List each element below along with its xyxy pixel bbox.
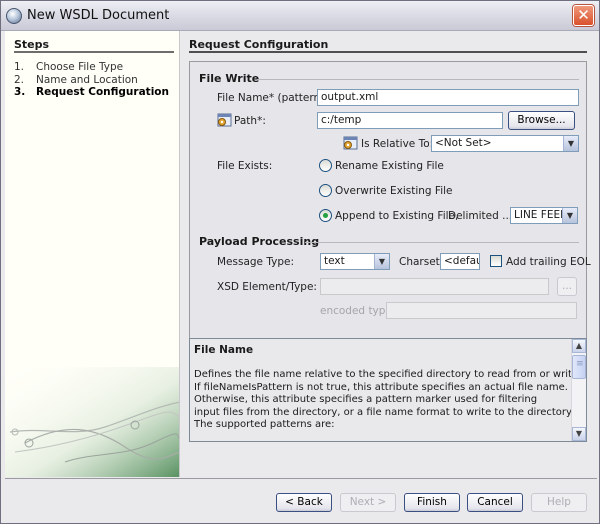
scroll-down-icon[interactable]: ▼ xyxy=(572,427,586,441)
footer-divider xyxy=(5,478,597,479)
cancel-button[interactable]: Cancel xyxy=(467,493,523,512)
relative-to-label: Is Relative To: xyxy=(361,138,434,150)
step-label: Choose File Type xyxy=(36,61,124,73)
xsd-type-label: XSD Element/Type: xyxy=(217,281,317,293)
page-title: Request Configuration xyxy=(189,38,329,51)
relative-to-value: <Not Set> xyxy=(435,137,492,149)
message-type-value: text xyxy=(324,255,345,267)
message-type-label: Message Type: xyxy=(217,256,295,268)
trailing-eol-label[interactable]: Add trailing EOL xyxy=(506,256,591,268)
step-number: 2. xyxy=(14,73,25,86)
config-form: File Write File Name* (pattern): output.… xyxy=(189,61,591,365)
close-button[interactable]: ✕ xyxy=(573,5,594,26)
group-divider xyxy=(305,242,579,243)
charset-label: Charset: xyxy=(399,256,444,268)
file-write-group-title: File Write xyxy=(199,72,260,85)
help-line: If fileNameIsPattern is not true, this a… xyxy=(194,381,568,393)
payload-group-title: Payload Processing xyxy=(199,235,320,248)
wizard-dialog: New WSDL Document ✕ Steps 1. Choose File … xyxy=(0,0,600,524)
relative-to-select[interactable]: <Not Set> ▼ xyxy=(431,135,579,152)
browse-button[interactable]: Browse... xyxy=(508,111,575,130)
steps-title: Steps xyxy=(14,38,50,51)
encoded-type-label: encoded type: xyxy=(320,305,396,317)
step-item: 2. Name and Location xyxy=(14,74,169,87)
content-panel: Request Configuration File Write File Na… xyxy=(181,31,599,477)
help-line: input files from the directory, or a fil… xyxy=(194,406,576,418)
title-divider xyxy=(189,51,587,53)
steps-list: 1. Choose File Type 2. Name and Location 3… xyxy=(14,61,169,99)
help-line: Defines the file name relative to the sp… xyxy=(194,369,587,380)
help-description-pane: File Name Defines the file name relative… xyxy=(189,338,587,442)
message-type-select[interactable]: text ▼ xyxy=(320,253,390,270)
step-number: 3. xyxy=(14,86,26,98)
step-item-current: 3. Request Configuration xyxy=(14,86,169,99)
trailing-eol-checkbox[interactable] xyxy=(490,255,502,267)
path-input[interactable]: c:/temp xyxy=(317,112,503,129)
append-existing-radio[interactable] xyxy=(319,209,332,222)
delimiter-value: LINE FEED xyxy=(514,209,569,221)
window-title: New WSDL Document xyxy=(27,8,170,23)
help-line: The supported patterns are: xyxy=(194,419,335,430)
steps-panel: Steps 1. Choose File Type 2. Name and Loca… xyxy=(5,31,180,477)
app-icon xyxy=(6,8,22,24)
file-name-label: File Name* (pattern): xyxy=(217,92,328,104)
next-button[interactable]: Next > xyxy=(340,493,396,512)
xsd-browse-button[interactable]: ... xyxy=(557,277,577,296)
encoded-type-input[interactable] xyxy=(386,302,577,319)
step-item: 1. Choose File Type xyxy=(14,61,169,74)
scroll-up-icon[interactable]: ▲ xyxy=(572,339,586,353)
help-title: File Name xyxy=(194,344,254,356)
variable-gear-icon xyxy=(343,136,358,150)
chevron-down-icon[interactable]: ▼ xyxy=(563,136,578,151)
steps-divider xyxy=(14,51,174,53)
file-name-input[interactable]: output.xml xyxy=(317,89,579,106)
charset-input[interactable]: <default> xyxy=(440,253,480,270)
decorative-wave-image xyxy=(5,367,179,477)
step-label: Request Configuration xyxy=(36,86,169,98)
back-button[interactable]: < Back xyxy=(276,493,332,512)
help-line: Otherwise, this attribute specifies a pa… xyxy=(194,394,538,405)
finish-button[interactable]: Finish xyxy=(404,493,460,512)
rename-existing-radio[interactable] xyxy=(319,159,332,172)
delimiter-select[interactable]: LINE FEED ▼ xyxy=(510,207,578,224)
path-label: Path*: xyxy=(234,115,266,127)
help-text: Defines the file name relative to the sp… xyxy=(194,369,587,432)
delimited-label: Delimited ... xyxy=(448,210,513,222)
step-label: Name and Location xyxy=(36,73,138,86)
title-bar[interactable]: New WSDL Document ✕ xyxy=(1,1,599,31)
overwrite-existing-label[interactable]: Overwrite Existing File xyxy=(335,185,453,197)
group-divider xyxy=(257,79,579,80)
step-number: 1. xyxy=(14,61,25,73)
variable-gear-icon xyxy=(217,113,232,127)
append-existing-label[interactable]: Append to Existing File, xyxy=(335,210,458,222)
chevron-down-icon[interactable]: ▼ xyxy=(562,208,577,223)
chevron-down-icon[interactable]: ▼ xyxy=(374,254,389,269)
scroll-thumb[interactable] xyxy=(572,355,586,379)
help-scrollbar[interactable]: ▲ ▼ xyxy=(571,339,586,441)
overwrite-existing-radio[interactable] xyxy=(319,184,332,197)
xsd-type-input[interactable] xyxy=(320,278,549,295)
help-button[interactable]: Help xyxy=(531,493,587,512)
rename-existing-label[interactable]: Rename Existing File xyxy=(335,160,444,172)
file-exists-label: File Exists: xyxy=(217,160,273,172)
